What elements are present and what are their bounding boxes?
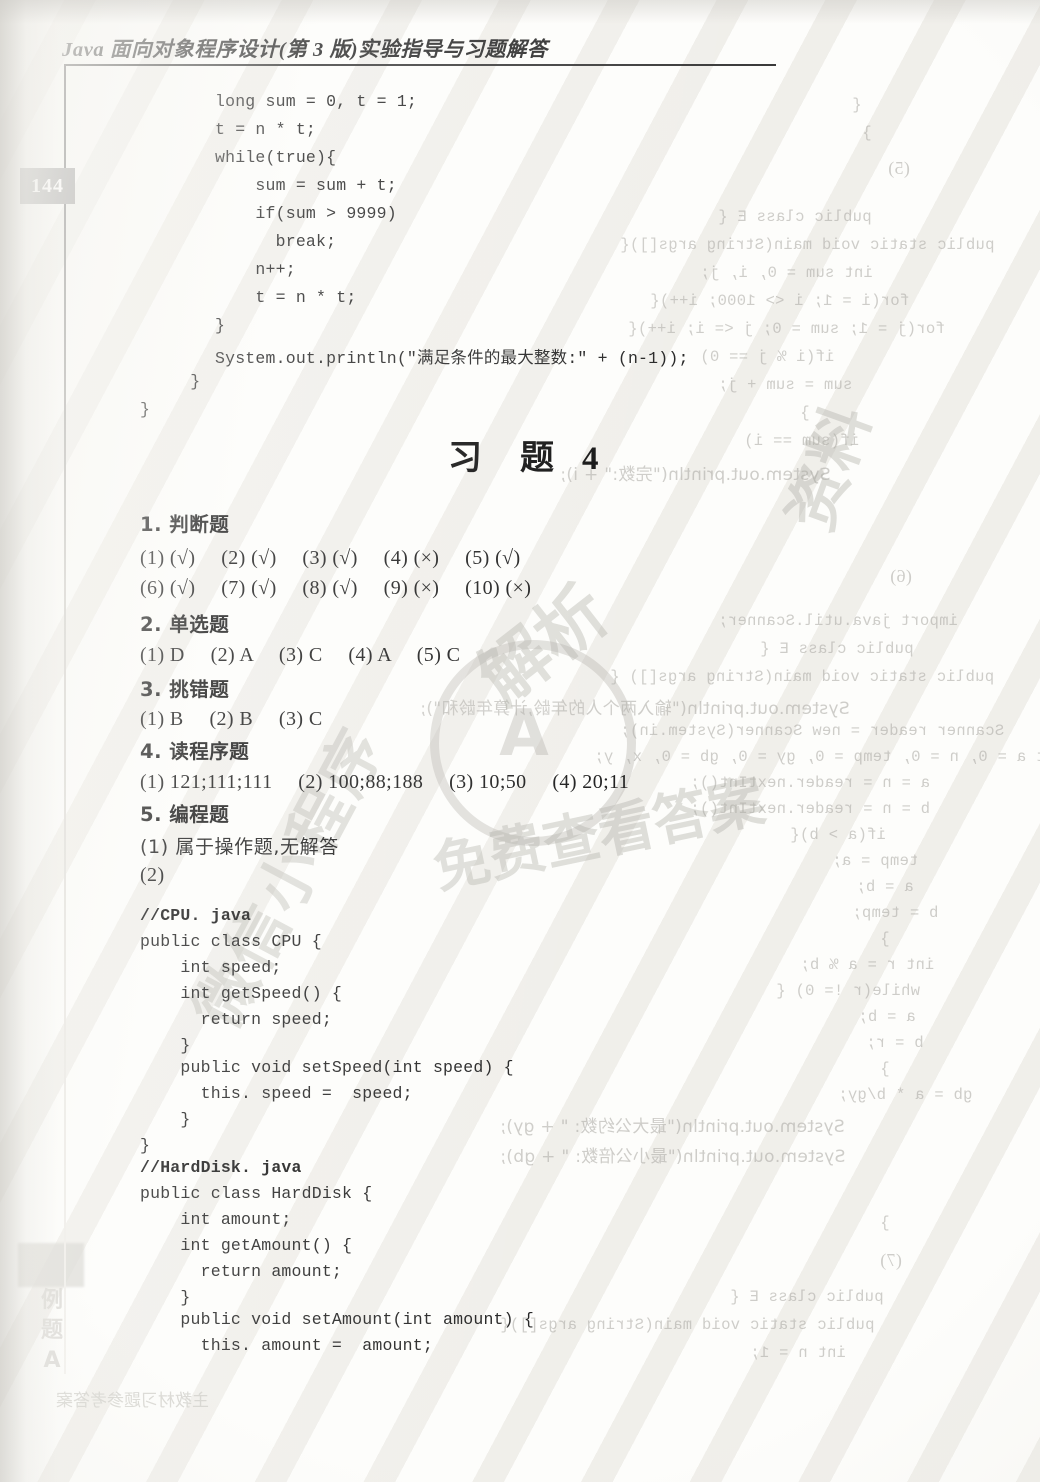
code-line: long sum = 0, t = 1; — [215, 92, 418, 111]
answer-line: (1) D (2) A (3) C (4) A (5) C — [140, 644, 461, 666]
section-heading-programming: 5. 编程题 — [140, 803, 230, 826]
code-line: t = n * t; — [215, 120, 317, 139]
code-line: while(true){ — [215, 148, 337, 167]
code-filename-cpu: //CPU. java — [140, 906, 252, 925]
exercise-title: 习 题 4 — [448, 430, 601, 479]
code-line: n++; — [215, 260, 296, 279]
answer-line: (1) (√) (2) (√) (3) (√) (4) (×) (5) (√) — [140, 547, 521, 569]
page-content: Java 面向对象程序设计(第 3 版)实验指导与习题解答 144 long s… — [0, 0, 1040, 1482]
page-number-tab: 144 — [20, 168, 75, 204]
answer-line: (1) 属于操作题,无解答 — [140, 836, 339, 858]
code-line: } — [140, 1110, 191, 1129]
code-line: int amount; — [140, 1210, 292, 1229]
code-line: public class HardDisk { — [140, 1184, 373, 1203]
code-line: break; — [215, 232, 337, 251]
code-line: } — [140, 1036, 191, 1055]
code-line: int getSpeed() { — [140, 984, 343, 1003]
section-heading-read-program: 4. 读程序题 — [140, 740, 250, 763]
code-line: t = n * t; — [215, 288, 357, 307]
exercise-title-label: 习 题 — [448, 438, 556, 478]
code-line: int getAmount() { — [140, 1236, 353, 1255]
code-line: public class CPU { — [140, 932, 322, 951]
code-line: sum = sum + t; — [215, 176, 397, 195]
running-head: Java 面向对象程序设计(第 3 版)实验指导与习题解答 — [62, 39, 549, 61]
code-line: return amount; — [140, 1262, 343, 1281]
answer-line: (1) 121;111;111 (2) 100;88;188 (3) 10;50… — [140, 771, 630, 793]
section-heading-true-false: 1. 判断题 — [140, 513, 230, 536]
code-line: this. speed = speed; — [140, 1084, 413, 1103]
exercise-title-number: 4 — [582, 441, 601, 477]
margin-rule — [64, 64, 66, 1374]
code-line: return speed; — [140, 1010, 332, 1029]
code-line: } — [140, 1136, 151, 1155]
code-line: int speed; — [140, 958, 282, 977]
code-line: if(sum > 9999) — [215, 204, 397, 223]
answer-line: (2) — [140, 864, 165, 886]
code-line: } — [215, 316, 226, 335]
code-line: } — [140, 400, 151, 419]
code-line: public void setSpeed(int speed) { — [140, 1058, 514, 1077]
code-line: System.out.println("满足条件的最大整数:" + (n-1))… — [215, 349, 689, 368]
header-rule — [64, 64, 776, 66]
answer-line: (6) (√) (7) (√) (8) (√) (9) (×) (10) (×) — [140, 577, 532, 599]
textbook-page: { } (5) public class E { public static v… — [0, 0, 1040, 1482]
code-filename-harddisk: //HardDisk. java — [140, 1158, 302, 1177]
section-heading-multiple-choice: 2. 单选题 — [140, 613, 230, 636]
code-line: } — [170, 372, 201, 391]
code-line: public void setAmount(int amount) { — [140, 1310, 534, 1329]
section-heading-find-error: 3. 挑错题 — [140, 678, 230, 701]
code-line: this. amount = amount; — [140, 1336, 433, 1355]
code-line: } — [140, 1288, 191, 1307]
answer-line: (1) B (2) B (3) C — [140, 708, 323, 730]
